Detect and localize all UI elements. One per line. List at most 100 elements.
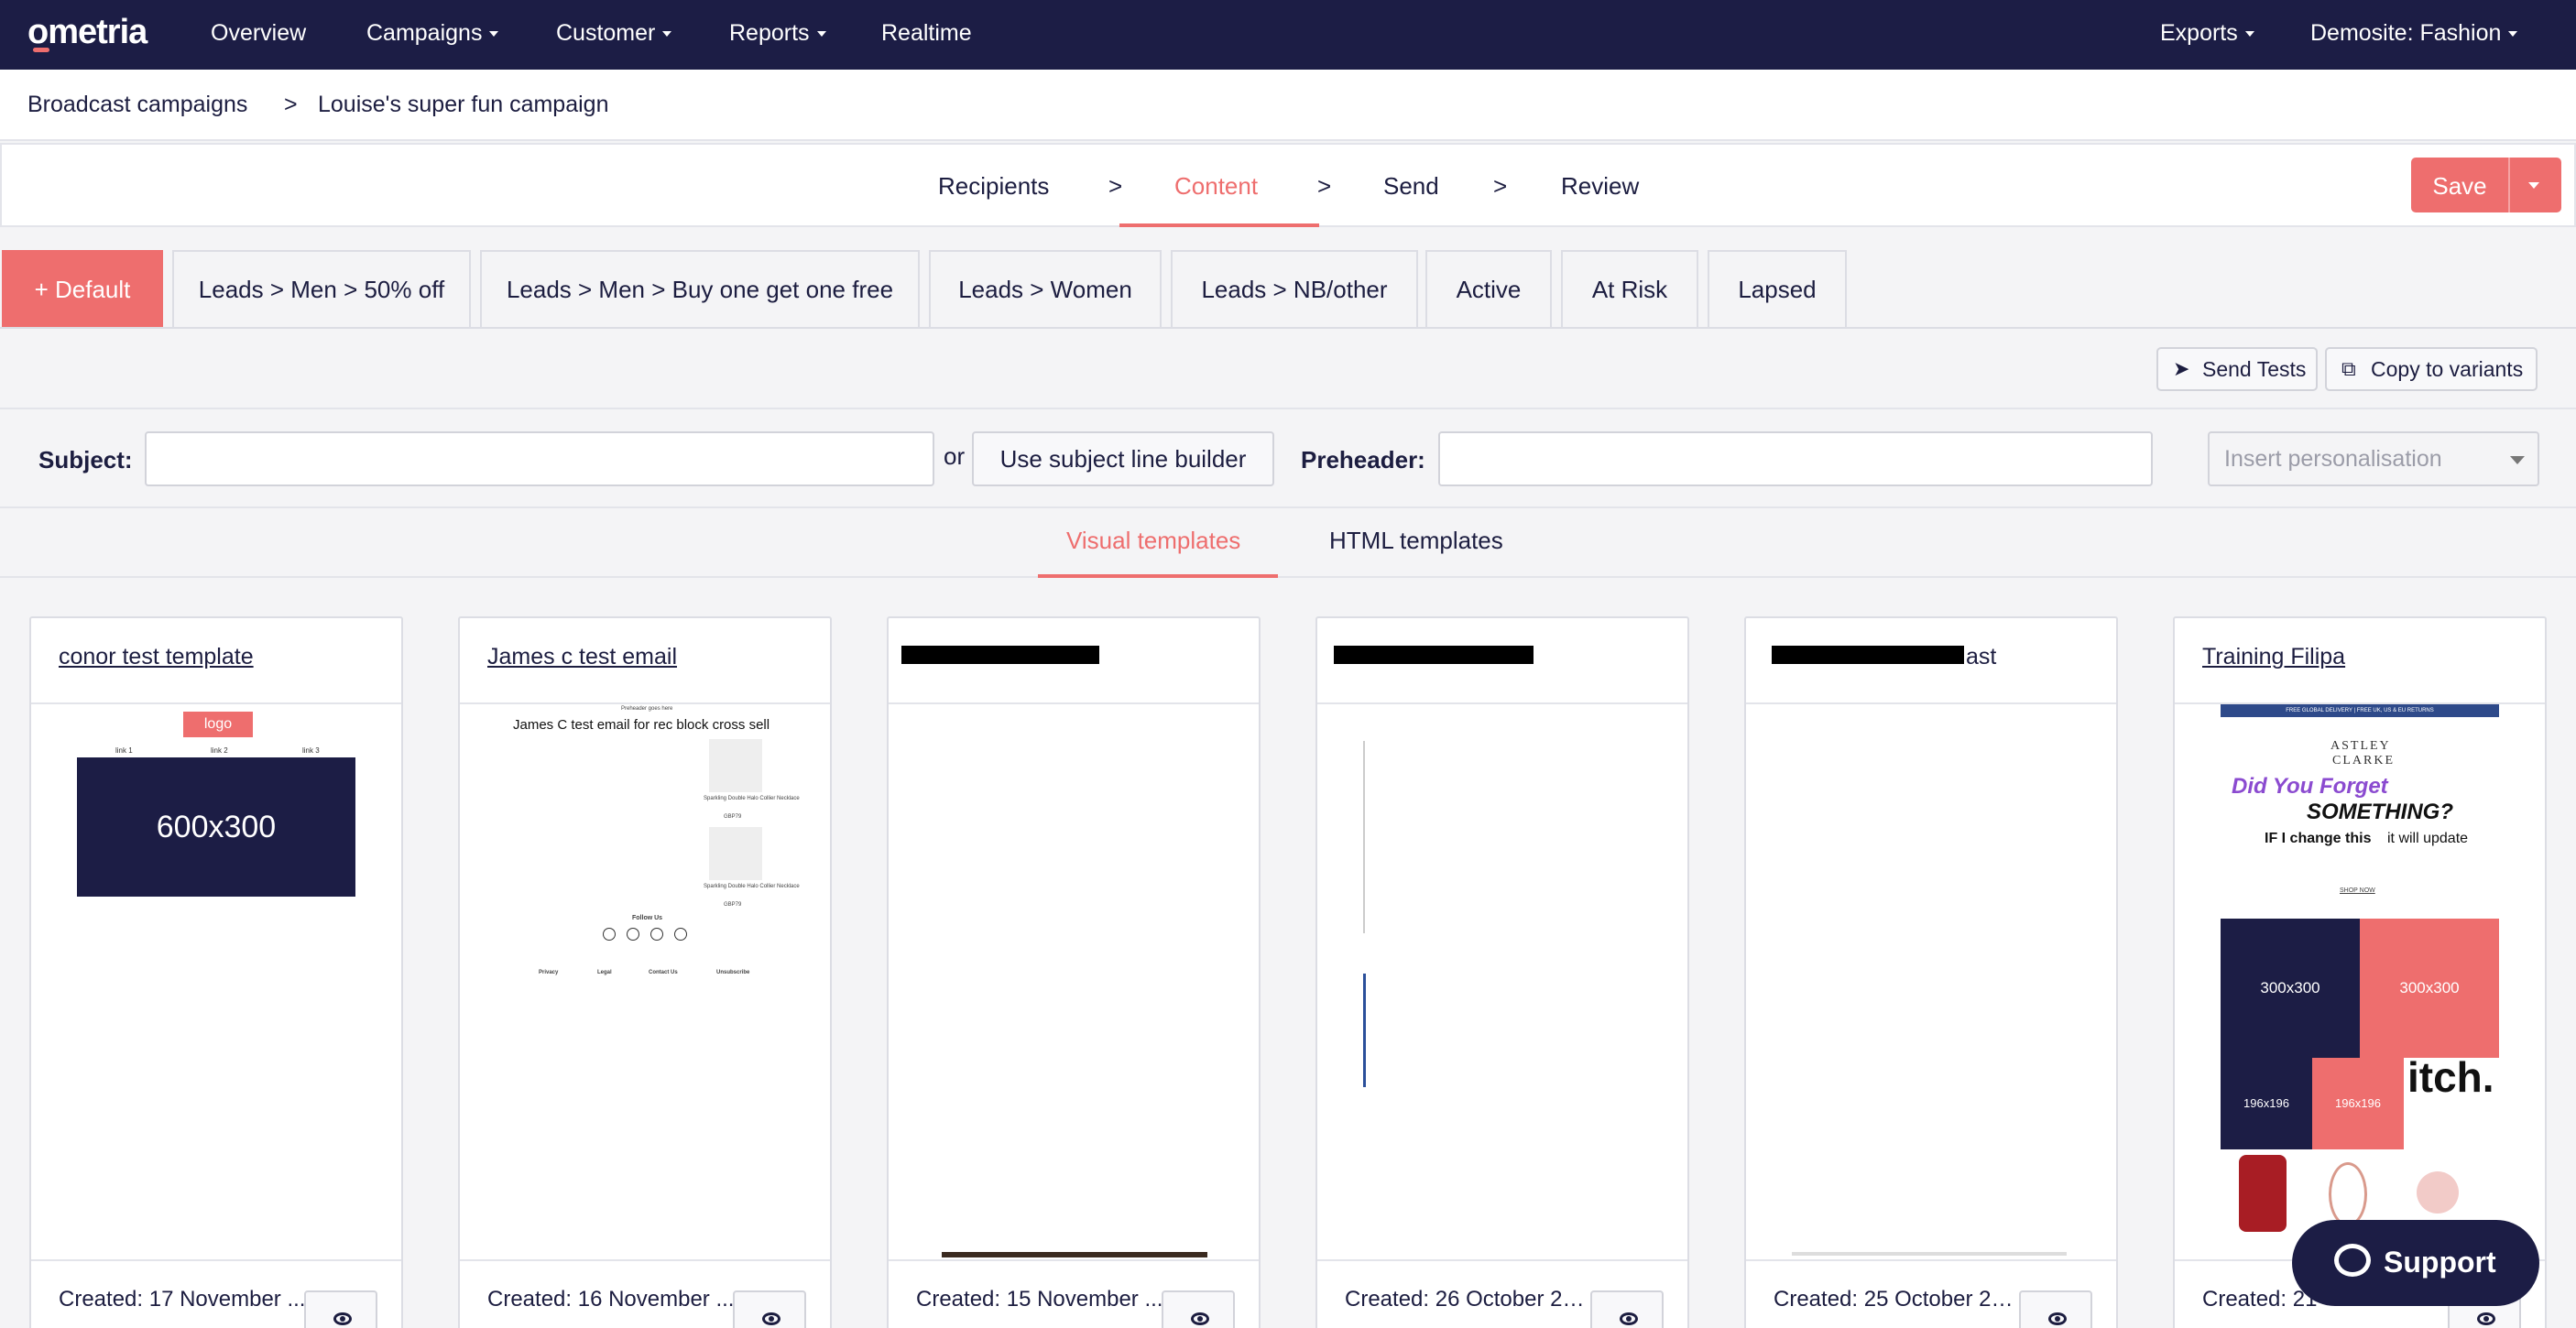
footer-link: Legal — [597, 970, 612, 975]
template-card[interactable]: Created: 26 October 20... — [1315, 616, 1689, 1328]
eye-icon — [1620, 1312, 1638, 1325]
template-preview[interactable]: Preheader goes here James C test email f… — [460, 704, 830, 1259]
chevron-down-icon — [2244, 31, 2254, 38]
template-preview[interactable] — [1746, 704, 2116, 1259]
step-recipients[interactable]: Recipients — [938, 172, 1049, 201]
preview-button[interactable] — [1590, 1290, 1664, 1328]
preheader-input[interactable] — [1438, 431, 2153, 486]
preview-subline: IF I change this — [2265, 831, 2372, 846]
nav-campaigns[interactable]: Campaigns — [366, 20, 499, 47]
template-preview[interactable]: FREE GLOBAL DELIVERY | FREE UK, US & EU … — [2175, 704, 2545, 1259]
preview-line — [1363, 974, 1366, 1087]
send-tests-label: Send Tests — [2202, 357, 2307, 381]
personalisation-select[interactable]: Insert personalisation — [2208, 431, 2539, 486]
nav-realtime[interactable]: Realtime — [881, 20, 972, 47]
card-divider — [1746, 1259, 2116, 1261]
preview-link: link 1 — [115, 746, 133, 755]
nav-reports-label: Reports — [729, 20, 810, 46]
preview-button[interactable] — [1162, 1290, 1235, 1328]
subject-row: Subject: or Use subject line builder Pre… — [0, 411, 2576, 506]
nav-exports[interactable]: Exports — [2160, 20, 2254, 47]
template-title[interactable]: conor test template — [59, 644, 254, 670]
step-content[interactable]: Content — [1174, 172, 1258, 201]
variant-tab-default[interactable]: + Default — [2, 250, 163, 327]
breadcrumb-parent[interactable]: Broadcast campaigns — [27, 92, 247, 118]
variant-tab[interactable]: Leads > Men > 50% off — [172, 250, 471, 327]
step-review[interactable]: Review — [1561, 172, 1639, 201]
template-title[interactable]: Training Filipa — [2202, 644, 2345, 670]
product-name: Sparkling Double Halo Collier Necklace — [704, 796, 800, 801]
ometria-logo[interactable]: ometria — [27, 13, 147, 52]
logo-accent — [33, 48, 49, 52]
send-tests-button[interactable]: ➤ Send Tests — [2156, 347, 2318, 391]
copy-to-variants-label: Copy to variants — [2371, 357, 2524, 381]
template-card[interactable]: conor test template logo link 1 link 2 l… — [29, 616, 403, 1328]
variant-tab[interactable]: Leads > Men > Buy one get one free — [480, 250, 920, 327]
template-card[interactable]: Created: 15 November ... — [887, 616, 1261, 1328]
step-separator: > — [1317, 172, 1332, 200]
step-separator: > — [1493, 172, 1508, 200]
copy-icon: ⧉ — [2341, 357, 2356, 380]
top-nav: ometria Overview Campaigns Customer Repo… — [0, 0, 2576, 70]
nav-customer[interactable]: Customer — [556, 20, 672, 47]
nav-exports-label: Exports — [2160, 20, 2238, 46]
preview-placeholder-image: 300x300 — [2221, 919, 2360, 1058]
copy-to-variants-button[interactable]: ⧉ Copy to variants — [2325, 347, 2538, 391]
nav-account-label: Demosite: Fashion — [2310, 20, 2502, 46]
nav-reports[interactable]: Reports — [729, 20, 826, 47]
nav-account[interactable]: Demosite: Fashion — [2310, 20, 2518, 47]
footer-link: Privacy — [539, 970, 559, 975]
tab-html-templates[interactable]: HTML templates — [1329, 527, 1503, 555]
preview-button[interactable] — [733, 1290, 806, 1328]
nav-customer-label: Customer — [556, 20, 656, 46]
step-send[interactable]: Send — [1383, 172, 1439, 201]
brand-line: ASTLEY — [2330, 739, 2391, 753]
variant-tab[interactable]: Leads > NB/other — [1171, 250, 1418, 327]
chevron-down-icon[interactable] — [2528, 182, 2539, 189]
product-price: GBP79 — [724, 902, 742, 908]
preheader-label: Preheader: — [1301, 446, 1425, 474]
variant-tab[interactable]: Lapsed — [1708, 250, 1847, 327]
breadcrumb-current: Louise's super fun campaign — [318, 92, 609, 117]
template-card[interactable]: ast Created: 25 October 20... — [1744, 616, 2118, 1328]
support-button[interactable]: Support — [2292, 1220, 2539, 1306]
template-preview[interactable]: logo link 1 link 2 link 3 600x300 — [31, 704, 401, 1259]
template-card[interactable]: James c test email Preheader goes here J… — [458, 616, 832, 1328]
preview-wordmark: itch. — [2407, 1053, 2494, 1101]
product-name: Sparkling Double Halo Collier Necklace — [704, 884, 800, 889]
social-icon — [603, 928, 616, 941]
template-tabs: Visual templates HTML templates — [0, 506, 2576, 578]
footer-link: Unsubscribe — [716, 970, 750, 975]
nav-realtime-label: Realtime — [881, 20, 972, 46]
save-button[interactable]: Save — [2411, 158, 2561, 212]
product-price: GBP79 — [724, 814, 742, 820]
preview-button[interactable] — [2019, 1290, 2092, 1328]
variant-tab[interactable]: Active — [1425, 250, 1552, 327]
created-date: Created: 17 November ... — [59, 1287, 306, 1312]
preview-headline: Did You Forget — [2232, 774, 2388, 799]
brand-line: CLARKE — [2332, 754, 2395, 767]
subject-line-builder-button[interactable]: Use subject line builder — [972, 431, 1274, 486]
preview-banner: FREE GLOBAL DELIVERY | FREE UK, US & EU … — [2221, 704, 2499, 717]
template-preview[interactable] — [889, 704, 1259, 1259]
chevron-down-icon — [662, 31, 672, 38]
breadcrumb: Broadcast campaigns > Louise's super fun… — [0, 70, 2576, 141]
or-text: or — [944, 442, 966, 470]
variant-tab[interactable]: At Risk — [1561, 250, 1698, 327]
product-image — [2329, 1162, 2367, 1226]
preview-headline: James C test email for rec block cross s… — [513, 717, 770, 733]
product-image — [2239, 1155, 2287, 1232]
preview-placeholder-image: 196x196 — [2312, 1058, 2404, 1149]
template-preview[interactable] — [1317, 704, 1687, 1259]
template-title[interactable]: ast — [1966, 644, 1996, 670]
variant-tab[interactable]: Leads > Women — [929, 250, 1162, 327]
nav-overview[interactable]: Overview — [211, 20, 306, 47]
nav-campaigns-label: Campaigns — [366, 20, 483, 46]
twitter-icon — [627, 928, 639, 941]
preview-link: link 3 — [302, 746, 320, 755]
preview-button[interactable] — [304, 1290, 377, 1328]
template-title[interactable]: James c test email — [487, 644, 677, 670]
tab-visual-templates[interactable]: Visual templates — [1066, 527, 1240, 555]
subject-input[interactable] — [145, 431, 934, 486]
preview-placeholder-image: 300x300 — [2360, 919, 2499, 1058]
